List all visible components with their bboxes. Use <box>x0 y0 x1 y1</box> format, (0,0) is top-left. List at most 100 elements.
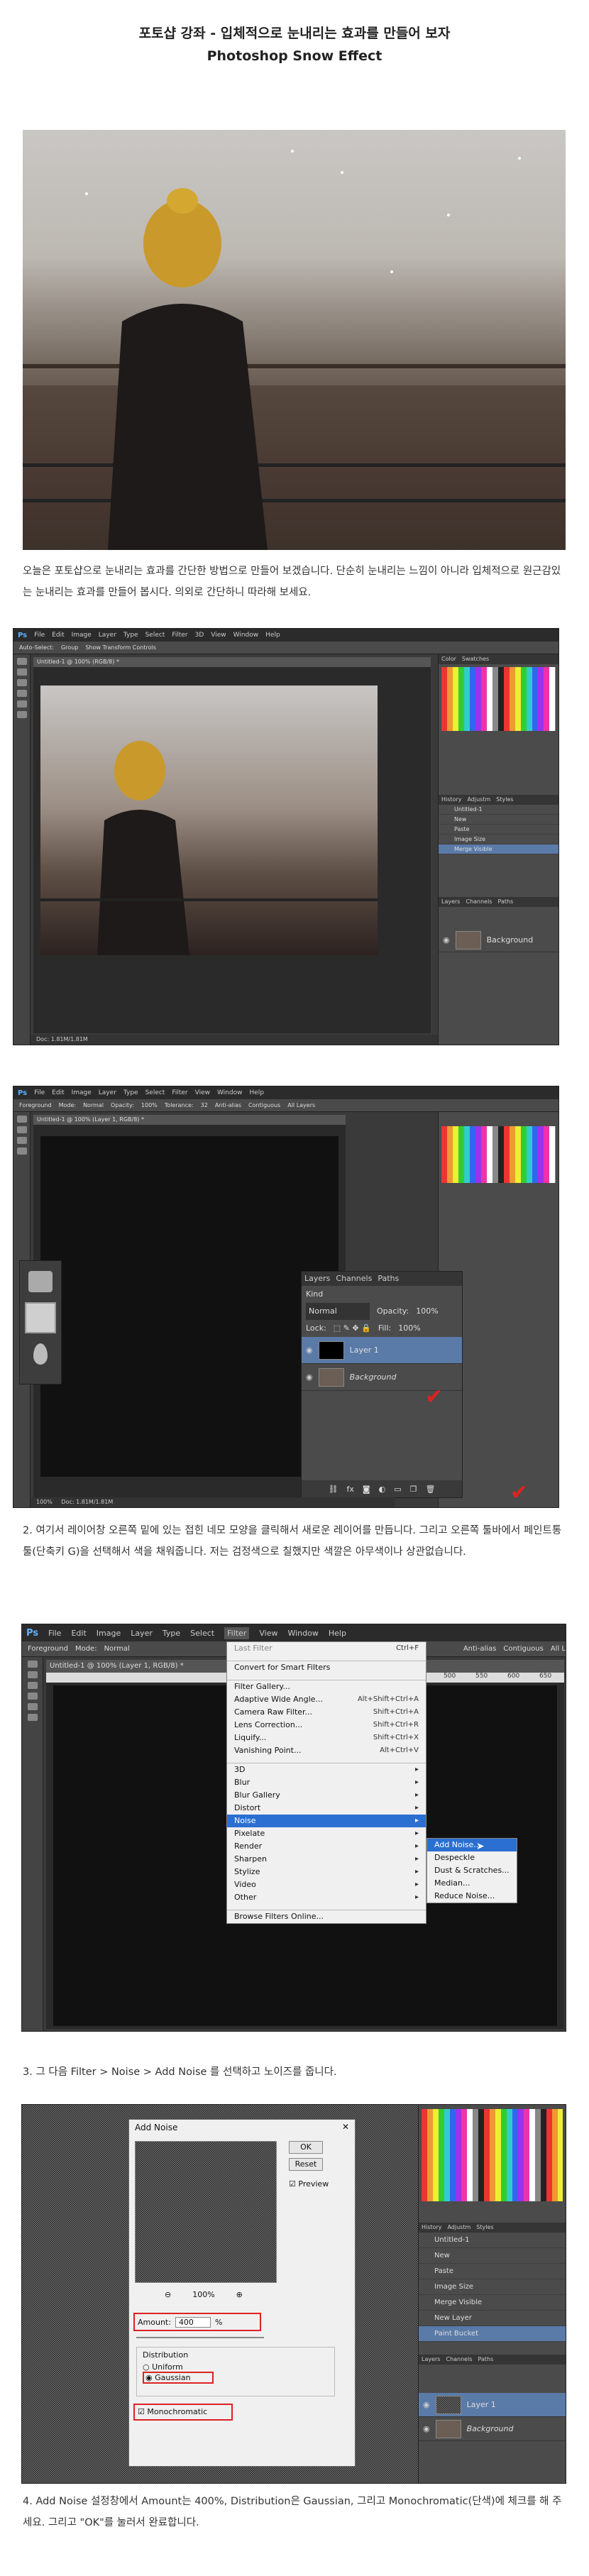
tab-layers[interactable]: Layers <box>422 2355 440 2365</box>
tab-paths[interactable]: Paths <box>498 897 514 907</box>
tolerance-field[interactable]: 32 <box>201 1102 208 1108</box>
menu-item-last-filter[interactable]: Last Filter Ctrl+F <box>227 1642 426 1655</box>
menu-item-adaptive-wide-angle[interactable]: Adaptive Wide Angle... Alt+Shift+Ctrl+A <box>227 1693 426 1706</box>
uniform-radio[interactable]: ○ <box>143 2362 150 2372</box>
tab-history[interactable]: History <box>422 2223 441 2233</box>
menu-item-blur-gallery[interactable]: Blur Gallery ▸ <box>227 1789 426 1802</box>
tab-swatches[interactable]: Swatches <box>462 654 489 664</box>
trash-icon[interactable]: 🗑 <box>425 1485 435 1494</box>
opacity-field[interactable]: 100% <box>416 1303 438 1320</box>
amount-slider[interactable] <box>136 2337 264 2338</box>
menu-item-liquify[interactable]: Liquify... Shift+Ctrl+X <box>227 1732 426 1744</box>
gaussian-radio[interactable]: ◉ <box>145 2373 153 2382</box>
menu-image[interactable]: Image <box>97 1629 121 1638</box>
eye-icon[interactable]: ◉ <box>306 1372 313 1382</box>
marquee-tool-icon[interactable] <box>16 1126 27 1133</box>
gaussian-row[interactable]: ◉ Gaussian <box>143 2372 214 2384</box>
tab-paths[interactable]: Paths <box>378 1272 399 1286</box>
brush-tool-icon[interactable] <box>16 700 27 708</box>
history-item[interactable]: Merge Visible <box>419 2295 566 2311</box>
all-layers-checkbox[interactable]: All L <box>551 1645 566 1653</box>
mode-select[interactable]: Normal <box>83 1102 104 1108</box>
canvas-photo[interactable] <box>40 686 378 955</box>
menu-select[interactable]: Select <box>145 632 165 639</box>
preview-box[interactable] <box>135 2141 277 2283</box>
menu-item-pixelate[interactable]: Pixelate ▸ <box>227 1827 426 1840</box>
swatch-grid[interactable] <box>422 2109 563 2201</box>
menu-file[interactable]: File <box>34 632 45 639</box>
foreground-select[interactable]: Foreground <box>28 1645 68 1653</box>
tab-channels[interactable]: Channels <box>466 897 492 907</box>
uniform-row[interactable]: ○ Uniform <box>143 2362 329 2372</box>
monochromatic-row[interactable]: ☑ Monochromatic <box>133 2404 233 2421</box>
paint-bucket-tool-icon[interactable] <box>25 1302 56 1333</box>
eye-icon[interactable]: ◉ <box>423 2424 430 2433</box>
menu-item-despeckle[interactable]: Despeckle <box>427 1851 517 1864</box>
move-tool-icon[interactable] <box>16 658 27 665</box>
menu-file[interactable]: File <box>34 1089 45 1096</box>
transform-controls-checkbox[interactable]: Show Transform Controls <box>85 644 156 651</box>
tab-adjustments[interactable]: Adjustm <box>447 2223 470 2233</box>
history-item[interactable]: New Layer <box>419 2311 566 2326</box>
reset-button[interactable]: Reset <box>289 2158 323 2171</box>
tab-channels[interactable]: Channels <box>446 2355 472 2365</box>
menu-filter[interactable]: Filter <box>224 1626 250 1639</box>
history-item[interactable]: Image Size <box>419 2279 566 2295</box>
mask-icon[interactable]: ◙ <box>363 1485 370 1494</box>
menu-edit[interactable]: Edit <box>52 1089 64 1096</box>
ok-button[interactable]: OK <box>289 2141 323 2154</box>
menu-layer[interactable]: Layer <box>99 1089 116 1096</box>
close-icon[interactable]: ✕ <box>342 2122 349 2132</box>
crop-tool-icon[interactable] <box>27 1692 38 1700</box>
menu-help[interactable]: Help <box>329 1629 346 1638</box>
menu-item-render[interactable]: Render ▸ <box>227 1840 426 1853</box>
tab-history[interactable]: History <box>441 795 461 805</box>
eraser-tool-icon[interactable] <box>16 711 27 718</box>
lock-icons[interactable]: ⬚ ✎ ✥ 🔒 <box>334 1320 371 1337</box>
menu-help[interactable]: Help <box>265 632 280 639</box>
history-item[interactable]: New <box>419 2248 566 2264</box>
move-tool-icon[interactable] <box>27 1661 38 1668</box>
menu-edit[interactable]: Edit <box>71 1629 86 1638</box>
menu-item-distort[interactable]: Distort ▸ <box>227 1802 426 1815</box>
menu-layer[interactable]: Layer <box>99 632 116 639</box>
history-item[interactable]: Untitled-1 <box>439 805 558 815</box>
eye-icon[interactable]: ◉ <box>423 2400 430 2409</box>
menu-item-convert-smart-filters[interactable]: Convert for Smart Filters <box>227 1661 426 1674</box>
history-item[interactable]: Untitled-1 <box>419 2233 566 2248</box>
swatch-grid[interactable] <box>441 1126 556 1183</box>
menu-item-blur[interactable]: Blur ▸ <box>227 1776 426 1789</box>
menu-help[interactable]: Help <box>249 1089 264 1096</box>
history-item[interactable]: Image Size <box>439 835 558 844</box>
foreground-select[interactable]: Foreground <box>19 1102 52 1108</box>
document-tab[interactable]: Untitled-1 @ 100% (Layer 1, RGB/8) * <box>33 1115 346 1125</box>
menu-filter[interactable]: Filter <box>172 1089 187 1096</box>
opacity-field[interactable]: 100% <box>141 1102 158 1108</box>
menu-window[interactable]: Window <box>287 1629 318 1638</box>
menu-window[interactable]: Window <box>217 1089 243 1096</box>
menu-type[interactable]: Type <box>123 632 138 639</box>
eraser-tool-icon[interactable] <box>28 1271 53 1292</box>
menu-filter[interactable]: Filter <box>172 632 187 639</box>
menu-3d[interactable]: 3D <box>195 632 204 639</box>
tab-paths[interactable]: Paths <box>478 2355 494 2365</box>
layer-row-layer1[interactable]: ◉ Layer 1 <box>419 2393 566 2417</box>
layer-row-background[interactable]: ◉ Background <box>419 2417 566 2441</box>
zoom-out-icon[interactable]: ⊖ <box>165 2290 171 2299</box>
document-tab[interactable]: Untitled-1 @ 100% (RGB/8) * <box>33 657 431 667</box>
history-item[interactable]: Paste <box>419 2264 566 2279</box>
menu-item-median[interactable]: Median... <box>427 1877 517 1890</box>
swatch-grid[interactable] <box>441 667 556 731</box>
link-icon[interactable]: ⛓ <box>329 1485 338 1494</box>
tab-color[interactable]: Color <box>441 654 456 664</box>
crop-tool-icon[interactable] <box>16 690 27 697</box>
menu-view[interactable]: View <box>195 1089 210 1096</box>
menu-item-camera-raw[interactable]: Camera Raw Filter... Shift+Ctrl+A <box>227 1706 426 1719</box>
eye-icon[interactable]: ◉ <box>306 1345 313 1355</box>
tab-styles[interactable]: Styles <box>496 795 513 805</box>
crop-tool-icon[interactable] <box>16 1147 27 1155</box>
canvas-black[interactable] <box>40 1136 338 1477</box>
menu-window[interactable]: Window <box>233 632 259 639</box>
menu-select[interactable]: Select <box>190 1629 214 1638</box>
menu-image[interactable]: Image <box>72 632 92 639</box>
